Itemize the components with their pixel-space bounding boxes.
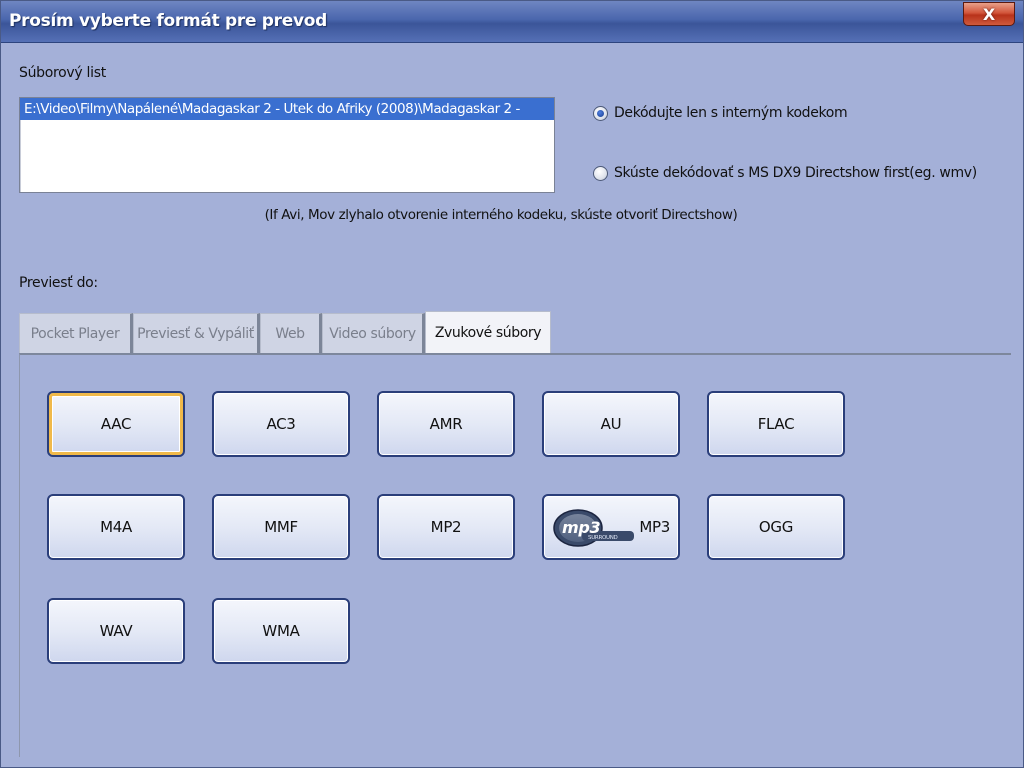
radio-directshow-label: Skúste dekódovať s MS DX9 Directshow fir…	[614, 165, 977, 181]
format-mmf-button[interactable]: MMF	[212, 494, 350, 560]
tab-web[interactable]: Web	[260, 313, 322, 353]
format-label: MP3	[639, 518, 670, 536]
format-amr-button[interactable]: AMR	[377, 391, 515, 457]
tab-convert-burn[interactable]: Previesť & Vypáliť	[133, 313, 260, 353]
format-wav-button[interactable]: WAV	[47, 598, 185, 664]
file-list-item[interactable]: E:\Video\Filmy\Napálené\Madagaskar 2 - U…	[20, 98, 554, 120]
format-mp2-button[interactable]: MP2	[377, 494, 515, 560]
close-button[interactable]: X	[963, 2, 1015, 26]
radio-internal-codec-label: Dekódujte len s interným kodekom	[614, 105, 848, 121]
format-label: WAV	[99, 622, 133, 640]
window-title: Prosím vyberte formát pre prevod	[9, 11, 328, 31]
radio-internal-codec[interactable]: Dekódujte len s interným kodekom	[593, 105, 848, 121]
mp3-logo-icon: mp3 SURROUND	[553, 509, 634, 547]
radio-checked-icon[interactable]	[593, 105, 608, 121]
file-list[interactable]: E:\Video\Filmy\Napálené\Madagaskar 2 - U…	[19, 97, 555, 193]
file-list-label: Súborový list	[19, 65, 106, 81]
tab-pocket-player[interactable]: Pocket Player	[19, 313, 133, 353]
format-label: FLAC	[757, 415, 795, 433]
convert-dialog: Prosím vyberte formát pre prevod X Súbor…	[0, 0, 1024, 768]
format-wma-button[interactable]: WMA	[212, 598, 350, 664]
convert-to-label: Previesť do:	[19, 275, 98, 291]
tab-video-files[interactable]: Video súbory	[322, 313, 425, 353]
format-label: AMR	[429, 415, 463, 433]
format-aac-button[interactable]: AAC	[47, 391, 185, 457]
format-au-button[interactable]: AU	[542, 391, 680, 457]
format-label: MMF	[264, 518, 298, 536]
tab-audio-files[interactable]: Zvukové súbory	[425, 311, 551, 353]
format-flac-button[interactable]: FLAC	[707, 391, 845, 457]
format-mp3-button[interactable]: mp3 SURROUND MP3	[542, 494, 680, 560]
format-label: AU	[600, 415, 622, 433]
format-tabs: Pocket Player Previesť & Vypáliť Web Vid…	[19, 311, 551, 353]
format-ac3-button[interactable]: AC3	[212, 391, 350, 457]
format-label: M4A	[100, 518, 132, 536]
format-label: AAC	[100, 415, 132, 433]
radio-directshow[interactable]: Skúste dekódovať s MS DX9 Directshow fir…	[593, 165, 977, 181]
format-m4a-button[interactable]: M4A	[47, 494, 185, 560]
format-label: WMA	[262, 622, 300, 640]
close-icon: X	[982, 4, 996, 24]
radio-unchecked-icon[interactable]	[593, 165, 608, 181]
codec-hint: (If Avi, Mov zlyhalo otvorenie interného…	[264, 207, 738, 223]
format-label: MP2	[430, 518, 462, 536]
format-label: OGG	[758, 518, 794, 536]
title-bar[interactable]: Prosím vyberte formát pre prevod X	[1, 1, 1023, 43]
format-ogg-button[interactable]: OGG	[707, 494, 845, 560]
format-label: AC3	[266, 415, 296, 433]
svg-text:SURROUND: SURROUND	[588, 535, 618, 541]
